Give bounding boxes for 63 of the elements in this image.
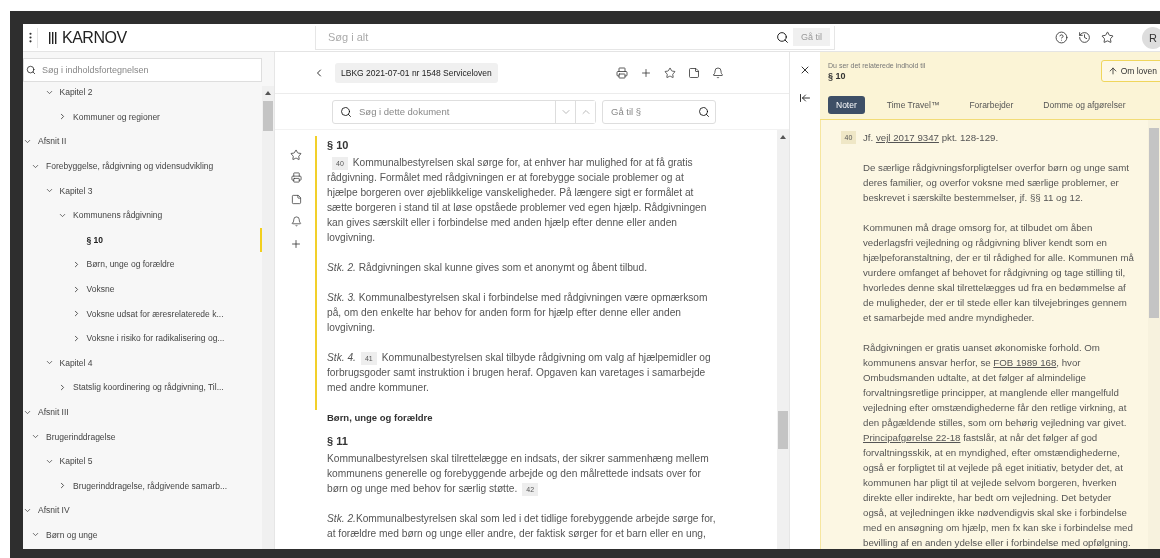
tree-item[interactable]: Børn, unge og forældre [23, 252, 262, 277]
section-title: Børn, unge og forældre [326, 411, 434, 425]
search-icon [698, 105, 710, 118]
plus-icon[interactable] [639, 66, 652, 79]
bell-icon[interactable] [290, 216, 302, 227]
star-icon[interactable] [1101, 31, 1114, 44]
scrollbar[interactable] [1148, 120, 1160, 549]
search-icon [26, 65, 36, 75]
bell-icon[interactable] [711, 66, 724, 79]
note-paragraph: Jf. vejl 2017 9347 pkt. 128-129. [863, 131, 1000, 145]
tree-item[interactable]: Kommuner og regioner [23, 104, 262, 130]
tree-item[interactable]: Voksne i risiko for radikalisering og... [23, 325, 262, 351]
tree-item[interactable]: Afsnit IV [23, 498, 262, 523]
about-law-button[interactable]: Om loven [1100, 60, 1160, 82]
link[interactable]: Principafgørelse 22-18 [863, 432, 961, 443]
tree-item[interactable]: Afsnit III [23, 399, 262, 425]
print-icon[interactable] [290, 172, 302, 183]
section-heading: § 10 [327, 139, 350, 151]
go-to-field[interactable]: Gå til § [602, 99, 716, 124]
tree-item[interactable]: Kommunens rådgivning [23, 202, 262, 228]
close-icon[interactable] [799, 64, 811, 76]
tree-item[interactable]: Statslig koordinering og rådgivning, Til... [23, 375, 262, 400]
scrollbar[interactable] [262, 86, 274, 549]
tree-item[interactable]: Kapitel 2 [23, 80, 262, 105]
tree-item[interactable]: Voksne [23, 276, 262, 302]
paragraph: Stk. 2. Rådgivningen skal kunne gives som et anonymt og åbent tilbud. [327, 261, 648, 275]
document-title: LBKG 2021-07-01 nr 1548 Serviceloven [335, 62, 498, 83]
user-avatar[interactable]: R [1142, 26, 1160, 49]
tree-item[interactable]: Kapitel 4 [23, 350, 262, 376]
logo[interactable]: KARNOV [37, 27, 127, 48]
scrollbar[interactable] [777, 130, 789, 549]
note-paragraph: Kommunen må drage omsorg for, at tilbudet om åben vederlagsfri vejledning og rådgivning bliver kendt som en hjælpeforanstaltning, der er til rådighed for alle. Kommunen må vurdere omfanget af behovet for rådgivning og tage stilling til, hvorledes denne skal tilrettelægges ud fra en bedømmelse af de muligheder, der er til stede eller kan tilvejebringes gennem et samarbejde med andre myndigheder. [863, 221, 1135, 325]
tree-item[interactable]: Voksne udsat for æresrelaterede k... [23, 301, 262, 326]
tree-item[interactable]: Afsnit II [23, 129, 262, 154]
tree-item[interactable]: Kapitel 3 [23, 178, 262, 203]
paragraph: Stk. 3. Kommunalbestyrelsen skal i forbindelse med rådgivningen være opmærksom på, om den enkelte har behov for anden form for hjælp efter denne eller anden lovgivning. [327, 291, 709, 335]
tab[interactable]: Domme og afgørelser [1035, 95, 1134, 114]
tab[interactable]: Time Travel™ [878, 95, 948, 114]
tree-item[interactable]: Brugerinddragelse [23, 424, 262, 449]
target-section: § 10 [828, 70, 1101, 81]
search-icon [776, 30, 789, 44]
note-icon[interactable] [290, 194, 302, 205]
star-icon[interactable] [290, 149, 302, 161]
tree-item[interactable]: Forebyggelse, rådgivning og vidensudvikling [23, 153, 262, 179]
paragraph: Stk. 2.Kommunalbestyrelsen skal som led i det tidlige forebyggende arbejde sørge for, at forældre med børn og unge eller andre, der faktisk sørger for et barn eller en ung, [327, 512, 717, 541]
note-paragraph: De særlige rådgivningsforpligtelser overfor børn og unge samt deres familier, og overfor voksne med særlige problemer, er beskrevet i særskilte bestemmelser, jf. §§ 11 og 12. [863, 161, 1130, 205]
section-heading: § 11 [327, 435, 349, 447]
tab[interactable]: Noter [828, 95, 865, 114]
tree-item[interactable]: Kapitel 5 [23, 448, 262, 474]
note-icon[interactable] [687, 66, 700, 79]
search-icon [340, 105, 352, 118]
history-icon[interactable] [1078, 31, 1091, 44]
link[interactable]: vejl 2017 9347 [875, 132, 939, 143]
plus-icon[interactable] [290, 238, 302, 250]
help-icon[interactable] [1055, 31, 1068, 44]
note-paragraph: Rådgivningen er gratis uanset økonomiske forhold. Om kommunens ansvar herfor, se FOB 1989 168, hvor Ombudsmanden udtalte, at det følger af almindelige forvaltningsretlige principper, at manglende eller mangelfuld vejledning efter omstændighederne får den retlige virkning, at den pågældende stilles, som om behørig vejledning var givet. Principafgørelse 22-18 fastslår, at når det følger af god forvaltningsskik, at en myndighed, efter omstændighederne, også er forpligtet til at vejlede på eget initiativ, betyder det, at kommunen har pligt til at vejlede selvom borgeren, hverken direkte eller indirekte, har bedt om vejledning. Det betyder også, at vejledningen ikke nødvendigvis skal ske i forbindelse med en ansøgning om hjælp, men fx kan ske i forbindelse med bevilling af en anden ydelse eller i forbindelse med opfølgning. [863, 341, 1134, 549]
tab[interactable]: Forarbejder [961, 95, 1022, 114]
star-icon[interactable] [663, 66, 676, 79]
collapse-icon[interactable] [799, 92, 811, 104]
print-icon[interactable] [615, 66, 628, 79]
tree-item[interactable]: Børn og unge [23, 522, 262, 548]
tree-item[interactable]: Brugerinddragelse, rådgivende samarb... [23, 473, 262, 499]
arrow-up-icon [1107, 66, 1118, 76]
